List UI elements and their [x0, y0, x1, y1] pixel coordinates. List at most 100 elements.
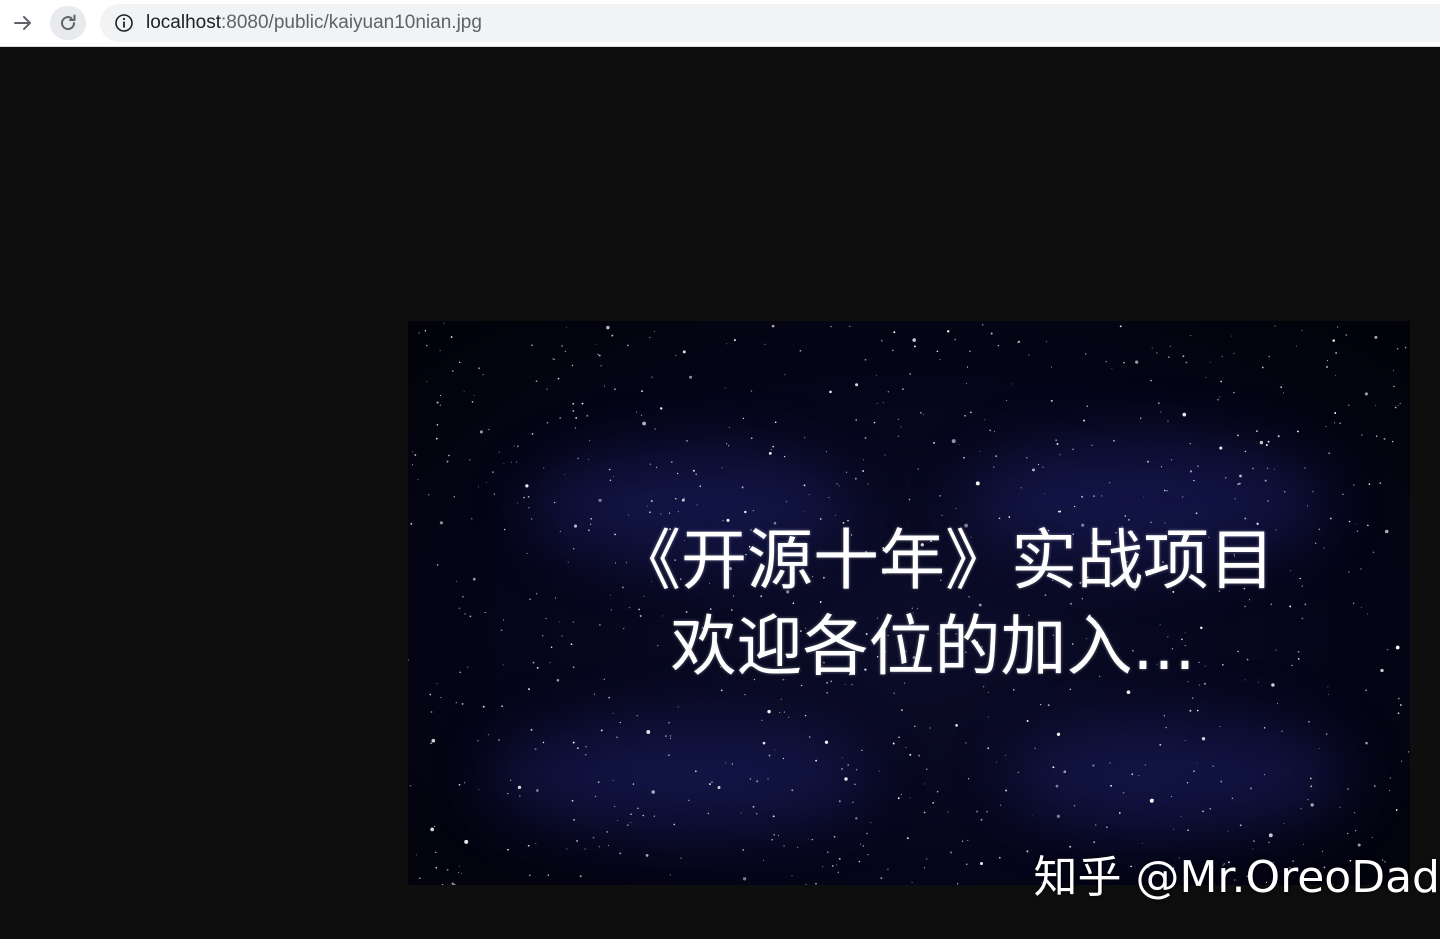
star: [866, 832, 868, 835]
star: [1230, 335, 1232, 337]
star: [646, 505, 648, 507]
star: [984, 419, 986, 421]
star: [742, 877, 747, 881]
star: [892, 742, 895, 745]
info-icon[interactable]: [113, 12, 135, 34]
star: [528, 688, 530, 691]
star: [668, 754, 670, 756]
star: [440, 696, 442, 699]
star: [584, 754, 587, 756]
star: [600, 729, 603, 732]
star: [1123, 361, 1125, 364]
star: [815, 759, 817, 762]
star: [412, 451, 413, 453]
star: [1149, 798, 1154, 803]
star: [630, 821, 632, 823]
star: [535, 380, 538, 382]
star: [1073, 505, 1076, 508]
star: [955, 724, 958, 727]
star: [1161, 466, 1163, 468]
star: [724, 387, 726, 389]
star: [1304, 603, 1307, 606]
star: [653, 330, 655, 332]
star: [492, 471, 494, 473]
star: [1032, 468, 1035, 472]
star: [464, 839, 469, 844]
star: [897, 418, 899, 421]
forward-button[interactable]: [5, 6, 41, 40]
star: [1312, 490, 1314, 493]
displayed-image[interactable]: 《开源十年》实战项目 欢迎各位的加入...: [408, 321, 1410, 885]
star: [898, 736, 900, 738]
star: [439, 404, 442, 406]
star: [792, 602, 795, 604]
star: [897, 797, 900, 800]
star: [893, 331, 896, 334]
star: [1334, 412, 1337, 414]
star: [1189, 470, 1193, 473]
star: [1160, 411, 1162, 413]
star: [783, 455, 786, 458]
star: [990, 332, 993, 335]
star: [987, 691, 989, 693]
star: [1273, 880, 1276, 883]
star: [414, 454, 417, 456]
star: [780, 698, 782, 700]
star: [1151, 347, 1153, 349]
star: [1381, 859, 1384, 861]
star: [861, 749, 863, 752]
star: [668, 512, 671, 514]
star: [645, 853, 649, 857]
star: [566, 848, 568, 850]
star: [680, 857, 682, 859]
star: [804, 437, 806, 439]
star: [1130, 865, 1132, 868]
star: [841, 768, 843, 770]
star: [1244, 517, 1247, 520]
star: [1227, 830, 1229, 832]
star: [884, 454, 886, 456]
address-bar[interactable]: localhost:8080/public/kaiyuan10nian.jpg: [100, 4, 1440, 42]
star: [784, 374, 786, 376]
star: [1308, 720, 1310, 723]
star: [612, 712, 614, 714]
star: [1059, 454, 1061, 456]
star: [574, 427, 577, 429]
star: [830, 326, 832, 328]
star: [503, 463, 505, 465]
reload-button[interactable]: [50, 6, 86, 40]
star: [936, 791, 939, 793]
star: [517, 502, 518, 504]
star: [1101, 495, 1103, 497]
star: [986, 811, 988, 813]
star: [1086, 405, 1088, 407]
star: [711, 781, 713, 783]
star: [772, 815, 775, 818]
star: [1361, 434, 1363, 436]
url-text[interactable]: localhost:8080/public/kaiyuan10nian.jpg: [146, 12, 482, 34]
star: [1259, 440, 1264, 445]
star: [828, 497, 830, 499]
star: [1379, 482, 1382, 484]
star: [1365, 741, 1368, 745]
star: [756, 780, 759, 783]
star: [642, 814, 644, 817]
star: [941, 514, 943, 516]
star: [831, 864, 834, 867]
star: [628, 514, 630, 516]
star: [553, 501, 556, 504]
star: [677, 511, 679, 513]
star: [1222, 864, 1224, 866]
star: [1042, 466, 1044, 468]
star: [1309, 777, 1312, 780]
star: [411, 464, 413, 466]
star: [1026, 720, 1029, 722]
star: [584, 848, 586, 850]
star: [1141, 842, 1143, 844]
star: [1296, 430, 1299, 433]
star: [1197, 465, 1199, 467]
star: [669, 735, 672, 737]
star: [1170, 459, 1173, 461]
star: [770, 449, 772, 451]
star: [649, 336, 651, 339]
